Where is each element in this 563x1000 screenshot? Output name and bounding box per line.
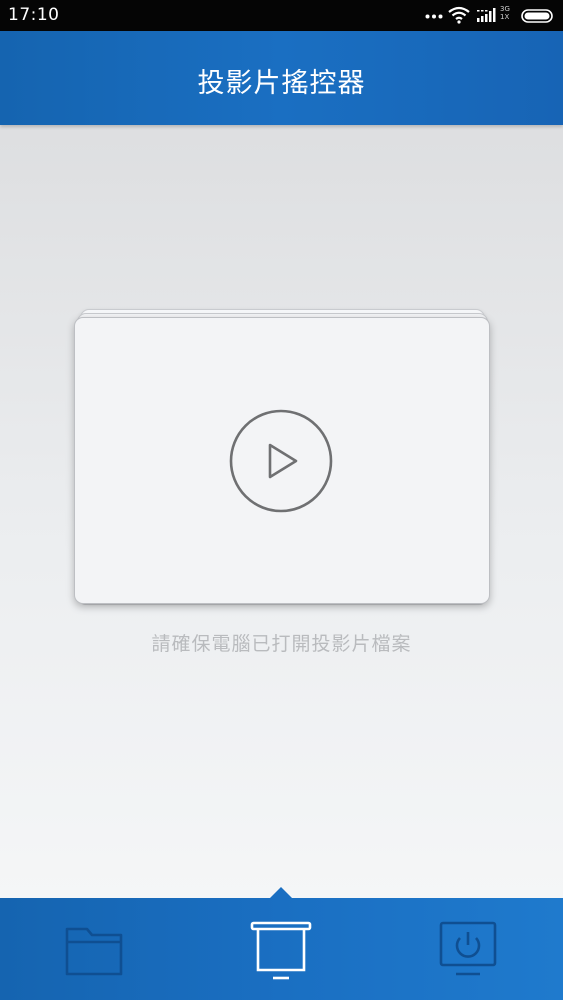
app-screen: 17:10 3G 1X 投影片搖控器 請確保電腦已打開投影片檔案	[0, 0, 563, 1000]
folder-icon[interactable]	[62, 918, 126, 982]
app-header: 投影片搖控器	[0, 31, 563, 125]
active-tab-pointer	[270, 887, 292, 898]
projector-screen-icon[interactable]	[249, 918, 313, 982]
signal-icon	[477, 8, 496, 22]
power-monitor-icon[interactable]	[436, 918, 500, 982]
status-time: 17:10	[8, 5, 60, 25]
page-title: 投影片搖控器	[197, 68, 366, 99]
play-circle-icon[interactable]	[229, 409, 333, 513]
status-bar: 17:10 3G 1X	[0, 0, 563, 31]
wifi-icon	[448, 6, 470, 24]
more-dots-icon	[425, 14, 443, 19]
open-slides-hint: 請確保電腦已打開投影片檔案	[151, 633, 412, 655]
battery-icon	[521, 9, 553, 23]
network-type: 3G 1X	[500, 5, 510, 21]
